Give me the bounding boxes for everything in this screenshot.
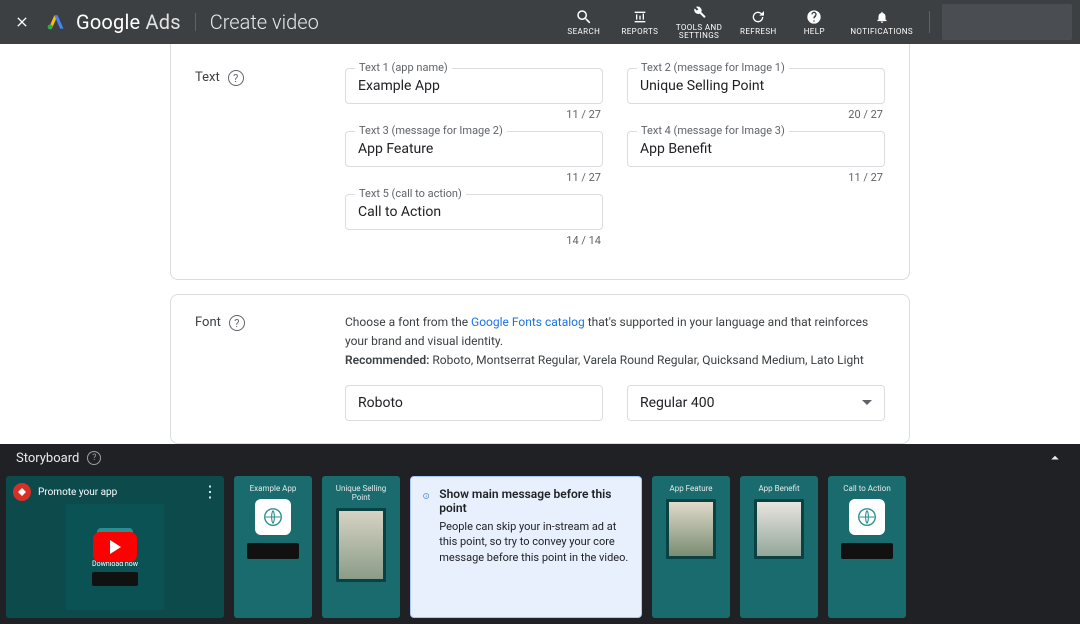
text3-count: 11 / 27 (345, 171, 601, 184)
chevron-down-icon (862, 400, 872, 405)
google-fonts-link[interactable]: Google Fonts catalog (471, 315, 585, 329)
google-play-badge-icon (247, 543, 299, 559)
brand-label: Google Ads (76, 10, 181, 34)
app-badge-icon (12, 482, 32, 502)
tools-settings-button[interactable]: TOOLS ANDSETTINGS (676, 4, 723, 40)
text1-count: 11 / 27 (345, 108, 601, 121)
notifications-button[interactable]: NOTIFICATIONS (850, 8, 913, 36)
help-icon (806, 8, 822, 26)
video-preview[interactable]: Promote your app ⋮ Download now (6, 476, 224, 618)
page-title: Create video (210, 10, 319, 34)
text4-count: 11 / 27 (627, 171, 883, 184)
app-icon (849, 499, 885, 535)
search-icon (575, 8, 593, 26)
storyboard-frame-5[interactable]: Call to Action (828, 476, 906, 618)
text-section-card: Text ? Text 1 (app name) 11 / 27 Text 2 … (170, 44, 910, 280)
reports-button[interactable]: REPORTS (620, 8, 660, 36)
tip-title: Show main message before this point (439, 487, 629, 515)
top-bar: Google Ads Create video SEARCH REPORTS T… (0, 0, 1080, 44)
help-icon[interactable]: ? (228, 70, 244, 86)
storyboard-label: Storyboard (16, 451, 79, 466)
storyboard-frame-3[interactable]: App Feature (652, 476, 730, 618)
account-switcher[interactable] (942, 4, 1072, 40)
text-section-label: Text (195, 70, 220, 85)
tip-body: People can skip your in-stream ad at thi… (439, 519, 629, 565)
search-button[interactable]: SEARCH (564, 8, 604, 36)
text2-field-wrap: Text 2 (message for Image 1) 20 / 27 (627, 68, 885, 131)
storyboard-tip: Show main message before this point Peop… (410, 476, 642, 618)
app-icon (255, 499, 291, 535)
help-button[interactable]: HELP (794, 8, 834, 36)
text1-field-wrap: Text 1 (app name) 11 / 27 (345, 68, 603, 131)
help-icon[interactable]: ? (87, 451, 101, 465)
storyboard-frame-4[interactable]: App Benefit (740, 476, 818, 618)
form-area: Text ? Text 1 (app name) 11 / 27 Text 2 … (0, 44, 1080, 444)
help-icon[interactable]: ? (229, 315, 245, 331)
google-play-badge-icon (841, 543, 893, 559)
font-description: Choose a font from the Google Fonts cata… (345, 313, 885, 371)
storyboard-frame-2[interactable]: Unique Selling Point (322, 476, 400, 618)
collapse-storyboard-button[interactable] (1046, 449, 1064, 467)
info-icon (423, 487, 429, 505)
bell-icon (875, 8, 889, 26)
chevron-up-icon (1046, 449, 1064, 467)
font-section-label: Font (195, 315, 221, 330)
font-family-input[interactable] (345, 385, 603, 421)
video-title: Promote your app (38, 487, 117, 498)
wrench-icon (691, 4, 707, 22)
google-ads-logo-icon (46, 12, 66, 32)
video-menu-icon[interactable]: ⋮ (202, 482, 218, 501)
storyboard-frame-1[interactable]: Example App (234, 476, 312, 618)
refresh-icon (750, 8, 766, 26)
font-weight-select[interactable]: Regular 400 (627, 385, 885, 421)
text2-count: 20 / 27 (627, 108, 883, 121)
google-play-badge-icon (92, 572, 138, 586)
font-section-card: Font ? Choose a font from the Google Fon… (170, 294, 910, 444)
youtube-play-icon (93, 532, 137, 562)
text5-count: 14 / 14 (345, 234, 601, 247)
close-icon[interactable] (8, 8, 36, 36)
reports-icon (632, 8, 648, 26)
refresh-button[interactable]: REFRESH (738, 8, 778, 36)
storyboard-panel: Storyboard ? Promote your app ⋮ Download… (0, 444, 1080, 624)
